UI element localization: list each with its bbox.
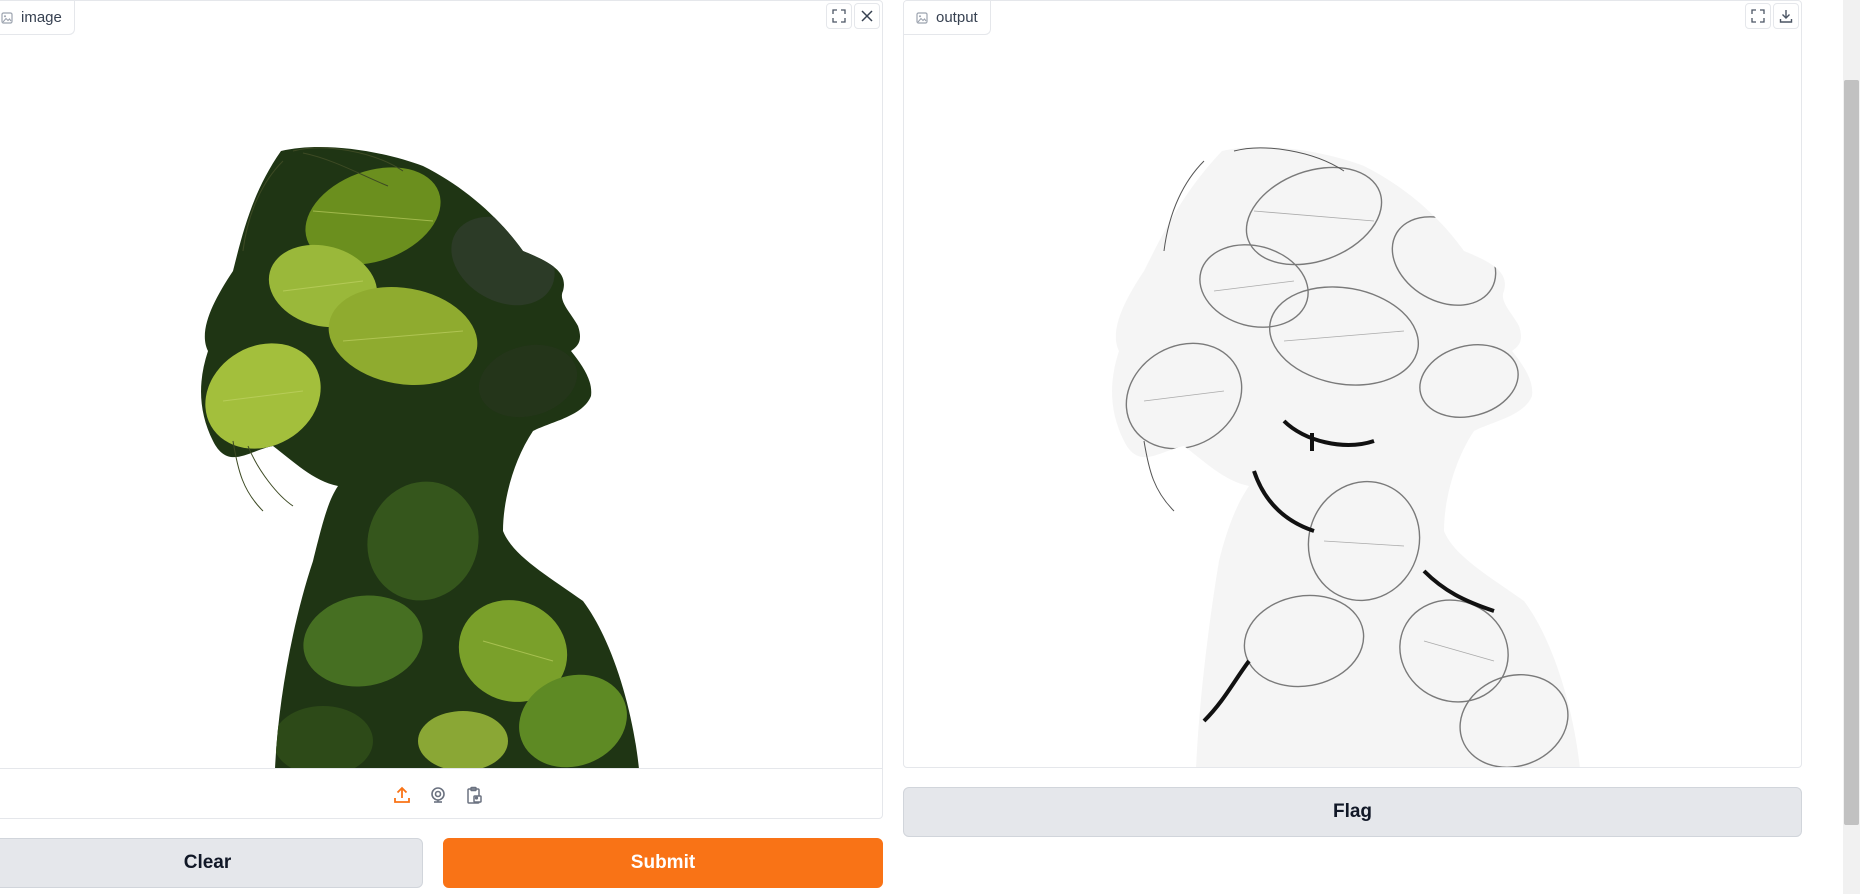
output-image-label: output [904, 1, 991, 35]
close-icon[interactable] [854, 3, 880, 29]
scrollbar-thumb[interactable] [1844, 80, 1859, 825]
image-icon [916, 11, 928, 24]
upload-icon[interactable] [391, 784, 413, 806]
submit-button[interactable]: Submit [443, 838, 883, 888]
download-icon[interactable] [1773, 3, 1799, 29]
input-image-panel[interactable]: image [0, 0, 883, 819]
clipboard-icon[interactable] [463, 784, 485, 806]
image-source-bar [0, 768, 882, 818]
input-corner-buttons [826, 3, 880, 29]
fullscreen-icon[interactable] [826, 3, 852, 29]
page-scrollbar[interactable] [1843, 0, 1860, 894]
output-image-label-text: output [936, 9, 978, 26]
output-corner-buttons [1745, 3, 1799, 29]
image-icon [1, 11, 13, 24]
output-image [904, 1, 1801, 767]
clear-button[interactable]: Clear [0, 838, 423, 888]
flag-button[interactable]: Flag [903, 787, 1802, 837]
fullscreen-icon[interactable] [1745, 3, 1771, 29]
webcam-icon[interactable] [427, 784, 449, 806]
input-image [0, 1, 882, 769]
input-image-label-text: image [21, 9, 62, 26]
output-image-panel: output [903, 0, 1802, 768]
input-image-label: image [0, 1, 75, 35]
